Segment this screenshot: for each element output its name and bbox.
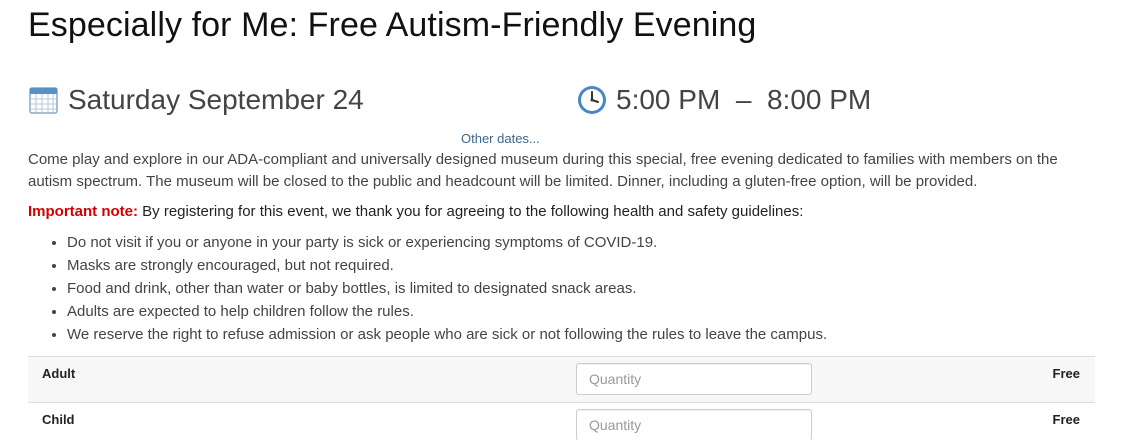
ticket-name: Adult <box>42 366 76 381</box>
ticket-row-child: Child Free <box>28 402 1095 440</box>
event-title: Especially for Me: Free Autism-Friendly … <box>28 6 757 44</box>
event-description: Come play and explore in our ADA-complia… <box>28 151 1058 190</box>
ticket-row-adult: Adult Free <box>28 356 1095 402</box>
event-datetime: Saturday September 24 5:00 PM – 8:00 PM <box>28 84 1108 124</box>
important-note: Important note: By registering for this … <box>28 203 803 220</box>
other-dates-link[interactable]: Other dates... <box>461 131 540 146</box>
event-page: Especially for Me: Free Autism-Friendly … <box>0 0 1122 440</box>
adult-quantity-input[interactable] <box>576 363 812 395</box>
list-item: Adults are expected to help children fol… <box>67 300 827 323</box>
guidelines-list: Do not visit if you or anyone in your pa… <box>48 231 827 346</box>
calendar-icon <box>28 84 60 116</box>
ticket-table: Adult Free Child Free <box>28 356 1095 440</box>
clock-icon <box>576 84 608 116</box>
important-note-text: By registering for this event, we thank … <box>138 203 804 220</box>
child-quantity-input[interactable] <box>576 409 812 440</box>
list-item: Masks are strongly encouraged, but not r… <box>67 254 827 277</box>
important-note-label: Important note: <box>28 203 138 220</box>
list-item: Do not visit if you or anyone in your pa… <box>67 231 827 254</box>
ticket-name: Child <box>42 412 75 427</box>
list-item: Food and drink, other than water or baby… <box>67 277 827 300</box>
ticket-price: Free <box>1052 366 1080 381</box>
ticket-price: Free <box>1052 412 1080 427</box>
event-date: Saturday September 24 <box>28 84 364 116</box>
list-item: We reserve the right to refuse admission… <box>67 323 827 346</box>
event-date-text: Saturday September 24 <box>68 84 364 115</box>
event-time-text: 5:00 PM – 8:00 PM <box>616 84 872 115</box>
event-time: 5:00 PM – 8:00 PM <box>576 84 871 116</box>
